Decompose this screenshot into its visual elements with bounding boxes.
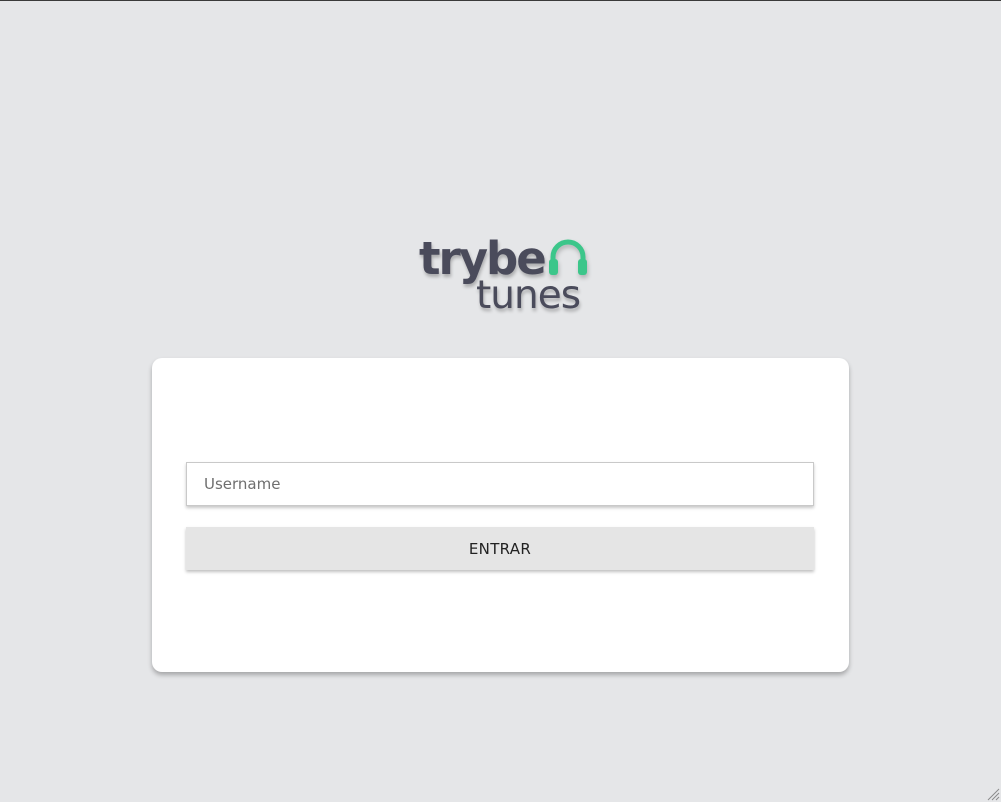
enter-button[interactable]: ENTRAR <box>186 527 814 570</box>
login-card: ENTRAR <box>152 358 849 672</box>
headphones-icon <box>549 239 587 275</box>
username-input[interactable] <box>186 462 814 506</box>
logo-word-tunes: tunes <box>476 273 581 318</box>
app-logo: trybe tunes <box>419 233 594 319</box>
resize-grip-icon[interactable] <box>986 787 1000 801</box>
